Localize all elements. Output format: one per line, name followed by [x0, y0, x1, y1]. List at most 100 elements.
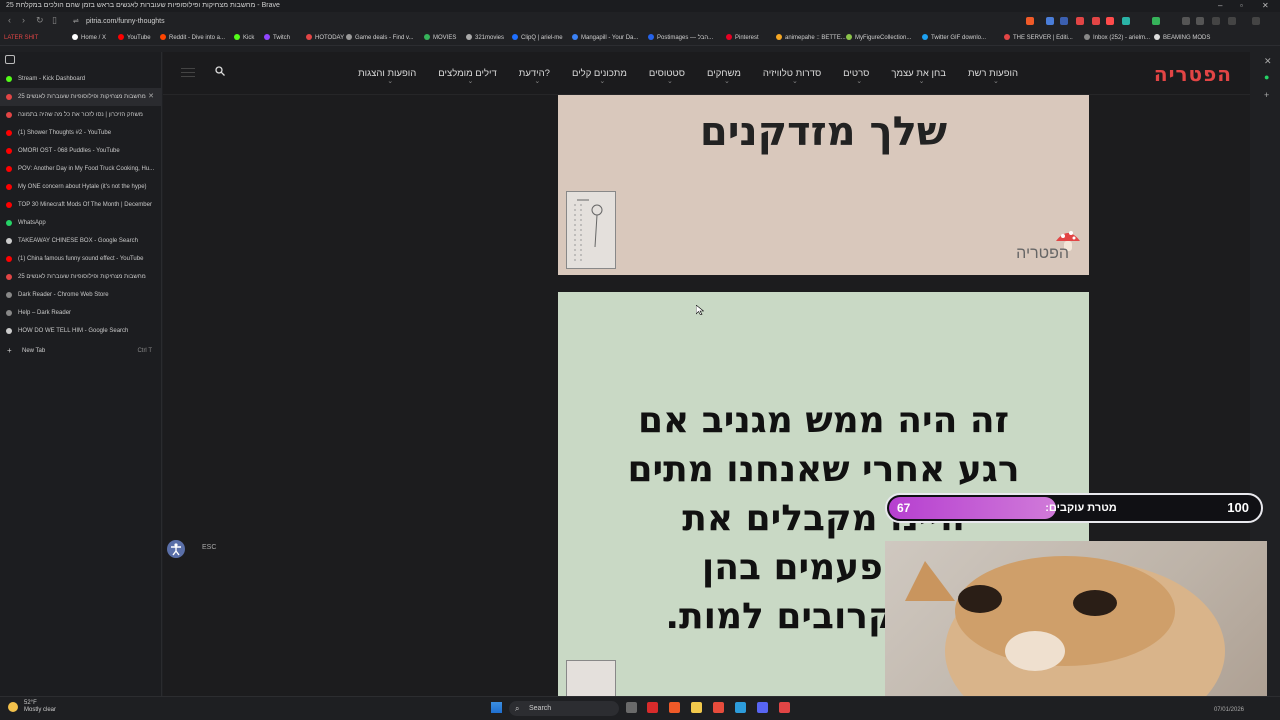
bookmark-item[interactable]: LATER SHIT: [4, 31, 39, 45]
whatsapp-icon[interactable]: ●: [1264, 72, 1269, 82]
extension-icon[interactable]: [1182, 17, 1190, 25]
url-text: pitria.com/funny-thoughts: [86, 18, 165, 25]
accessibility-icon[interactable]: [167, 540, 185, 558]
site-nav-item[interactable]: הידעת?: [519, 52, 550, 103]
discord-icon[interactable]: [757, 702, 768, 713]
bookmark-item[interactable]: Reddit - Dive into a...: [160, 31, 225, 45]
site-nav-item[interactable]: משחקים: [707, 52, 741, 103]
site-nav-item[interactable]: מתכונים קלים: [572, 52, 627, 103]
task-view-icon[interactable]: [626, 702, 637, 713]
site-nav-item[interactable]: בחן את עצמך: [891, 52, 946, 103]
close-window-icon[interactable]: ✕: [1262, 0, 1269, 12]
sidebar-panel-icon[interactable]: [5, 55, 15, 64]
site-logo[interactable]: הפטריה: [1154, 62, 1232, 86]
sidebar-tab[interactable]: WhatsApp: [0, 214, 162, 232]
sidebar-tab[interactable]: TOP 30 Minecraft Mods Of The Month | Dec…: [0, 196, 162, 214]
site-nav-item[interactable]: הופעות רשת: [968, 52, 1018, 103]
sidebar-tab[interactable]: Stream - Kick Dashboard: [0, 70, 162, 88]
url-input[interactable]: ⇌ pitria.com/funny-thoughts: [70, 15, 920, 28]
app-icon[interactable]: [713, 702, 724, 713]
tab-label: WhatsApp: [18, 220, 46, 226]
weather-widget[interactable]: 52°F Mostly clear: [8, 700, 56, 714]
bookmark-icon[interactable]: ▯: [52, 15, 57, 26]
download-icon[interactable]: [1228, 17, 1236, 25]
menu-icon[interactable]: [1252, 17, 1260, 25]
tab-label: POV: Another Day in My Food Truck Cookin…: [18, 166, 155, 172]
brave-shields-icon[interactable]: [1026, 17, 1034, 25]
bookmark-item[interactable]: Twitter GIF downlo...: [922, 31, 986, 45]
bookmark-item[interactable]: Postimages — הבל...: [648, 31, 713, 45]
sidebar-tab[interactable]: Dark Reader - Chrome Web Store: [0, 286, 162, 304]
site-nav-item[interactable]: סדרות טלוויזיה: [763, 52, 821, 103]
brave-icon[interactable]: [669, 702, 680, 713]
sidebar-tab[interactable]: Help – Dark Reader: [0, 304, 162, 322]
sidebar-tab[interactable]: (1) China famous funny sound effect - Yo…: [0, 250, 162, 268]
bookmark-item[interactable]: THE SERVER | Editi...: [1004, 31, 1073, 45]
bookmark-item[interactable]: Kick: [234, 31, 254, 45]
vertical-tabs-sidebar: Stream - Kick Dashboard 25 מחשבות מצחיקות…: [0, 52, 162, 696]
sidebar-tab[interactable]: POV: Another Day in My Food Truck Cookin…: [0, 160, 162, 178]
bookmark-item[interactable]: 321movies: [466, 31, 504, 45]
extension-icon[interactable]: [1060, 17, 1068, 25]
tab-favicon-icon: [6, 94, 12, 100]
extension-icon[interactable]: [1106, 17, 1114, 25]
bookmark-item[interactable]: YouTube: [118, 31, 151, 45]
sidebar-tab[interactable]: (1) Shower Thoughts #2 - YouTube: [0, 124, 162, 142]
bookmark-item[interactable]: animepahe :: BETTE...: [776, 31, 846, 45]
sidebar-tab[interactable]: TAKEAWAY CHINESE BOX - Google Search: [0, 232, 162, 250]
minimize-icon[interactable]: –: [1218, 0, 1222, 12]
maximize-icon[interactable]: ▫: [1240, 0, 1243, 12]
bookmark-item[interactable]: Game deals - Find v...: [346, 31, 414, 45]
file-explorer-icon[interactable]: [691, 702, 702, 713]
add-panel-icon[interactable]: +: [1264, 90, 1269, 100]
site-nav-item[interactable]: סטטוסים: [649, 52, 685, 103]
puzzle-icon[interactable]: [1196, 17, 1204, 25]
extension-icon[interactable]: [1122, 17, 1130, 25]
close-tab-icon[interactable]: ✕: [148, 88, 154, 106]
bookmark-item[interactable]: Home / X: [72, 31, 107, 45]
bookmark-item[interactable]: ClipQ | ariel-me: [512, 31, 563, 45]
search-icon[interactable]: [215, 66, 225, 76]
bookmark-label: Pinterest: [735, 35, 759, 41]
new-tab-button[interactable]: + New Tab Ctrl T: [0, 344, 162, 358]
bookmark-item[interactable]: BEAMING MODS: [1154, 31, 1210, 45]
app-icon[interactable]: [735, 702, 746, 713]
sidebar-tab[interactable]: משחק הזיכרון | נסו לזכור את כל מה שהיה ב…: [0, 106, 162, 124]
sidebar-tab[interactable]: OMORI OST - 068 Puddles - YouTube: [0, 142, 162, 160]
bookmark-item[interactable]: Twitch: [264, 31, 290, 45]
bookmark-item[interactable]: HOTODAY: [306, 31, 344, 45]
sidebar-tab[interactable]: 25 מחשבות מצחיקות ופילוסופיות שעוברות לא…: [0, 88, 162, 106]
bookmark-label: LATER SHIT: [4, 35, 39, 41]
windows-start-icon[interactable]: [491, 702, 502, 713]
bookmark-favicon-icon: [1084, 34, 1090, 41]
bookmark-item[interactable]: Inbox (252) - arielm...: [1084, 31, 1150, 45]
forward-icon[interactable]: ›: [22, 15, 25, 25]
sidebar-tab[interactable]: HOW DO WE TELL HIM - Google Search: [0, 322, 162, 340]
bookmark-item[interactable]: MyFigureCollection...: [846, 31, 912, 45]
site-nav-item[interactable]: הופעות והצגות: [358, 52, 416, 103]
sidebar-tab[interactable]: 25 מחשבות מצחיקות ופילוסופיות שעוברות לא…: [0, 268, 162, 286]
sidebar-tab[interactable]: My ONE concern about Hytale (it's not th…: [0, 178, 162, 196]
extension-icon[interactable]: [1092, 17, 1100, 25]
bookmark-label: Home / X: [81, 35, 107, 41]
extension-icon[interactable]: [1046, 17, 1054, 25]
media-player-icon[interactable]: [647, 702, 658, 713]
extension-icon[interactable]: [1152, 17, 1160, 25]
bookmark-item[interactable]: Mangapill - Your Da...: [572, 31, 638, 45]
extension-icon[interactable]: [1076, 17, 1084, 25]
bookmark-item[interactable]: Pinterest: [726, 31, 759, 45]
reload-icon[interactable]: ↻: [36, 15, 44, 26]
bookmark-label: MyFigureCollection...: [855, 35, 912, 41]
taskbar-search[interactable]: ⌕ Search: [509, 701, 619, 716]
hamburger-menu-icon[interactable]: [181, 68, 195, 77]
close-panel-icon[interactable]: ✕: [1264, 56, 1272, 67]
bookmark-item[interactable]: MOVIES: [424, 31, 456, 45]
site-info-icon[interactable]: ⇌: [73, 15, 79, 28]
site-nav-item[interactable]: סרטים: [843, 52, 869, 103]
site-nav-item[interactable]: דילים מומלצים: [438, 52, 496, 103]
back-icon[interactable]: ‹: [8, 15, 11, 25]
sidebar-toggle-icon[interactable]: [1212, 17, 1220, 25]
taskbar-search-placeholder: Search: [529, 705, 552, 712]
app-icon[interactable]: [779, 702, 790, 713]
tab-favicon-icon: [6, 328, 12, 334]
